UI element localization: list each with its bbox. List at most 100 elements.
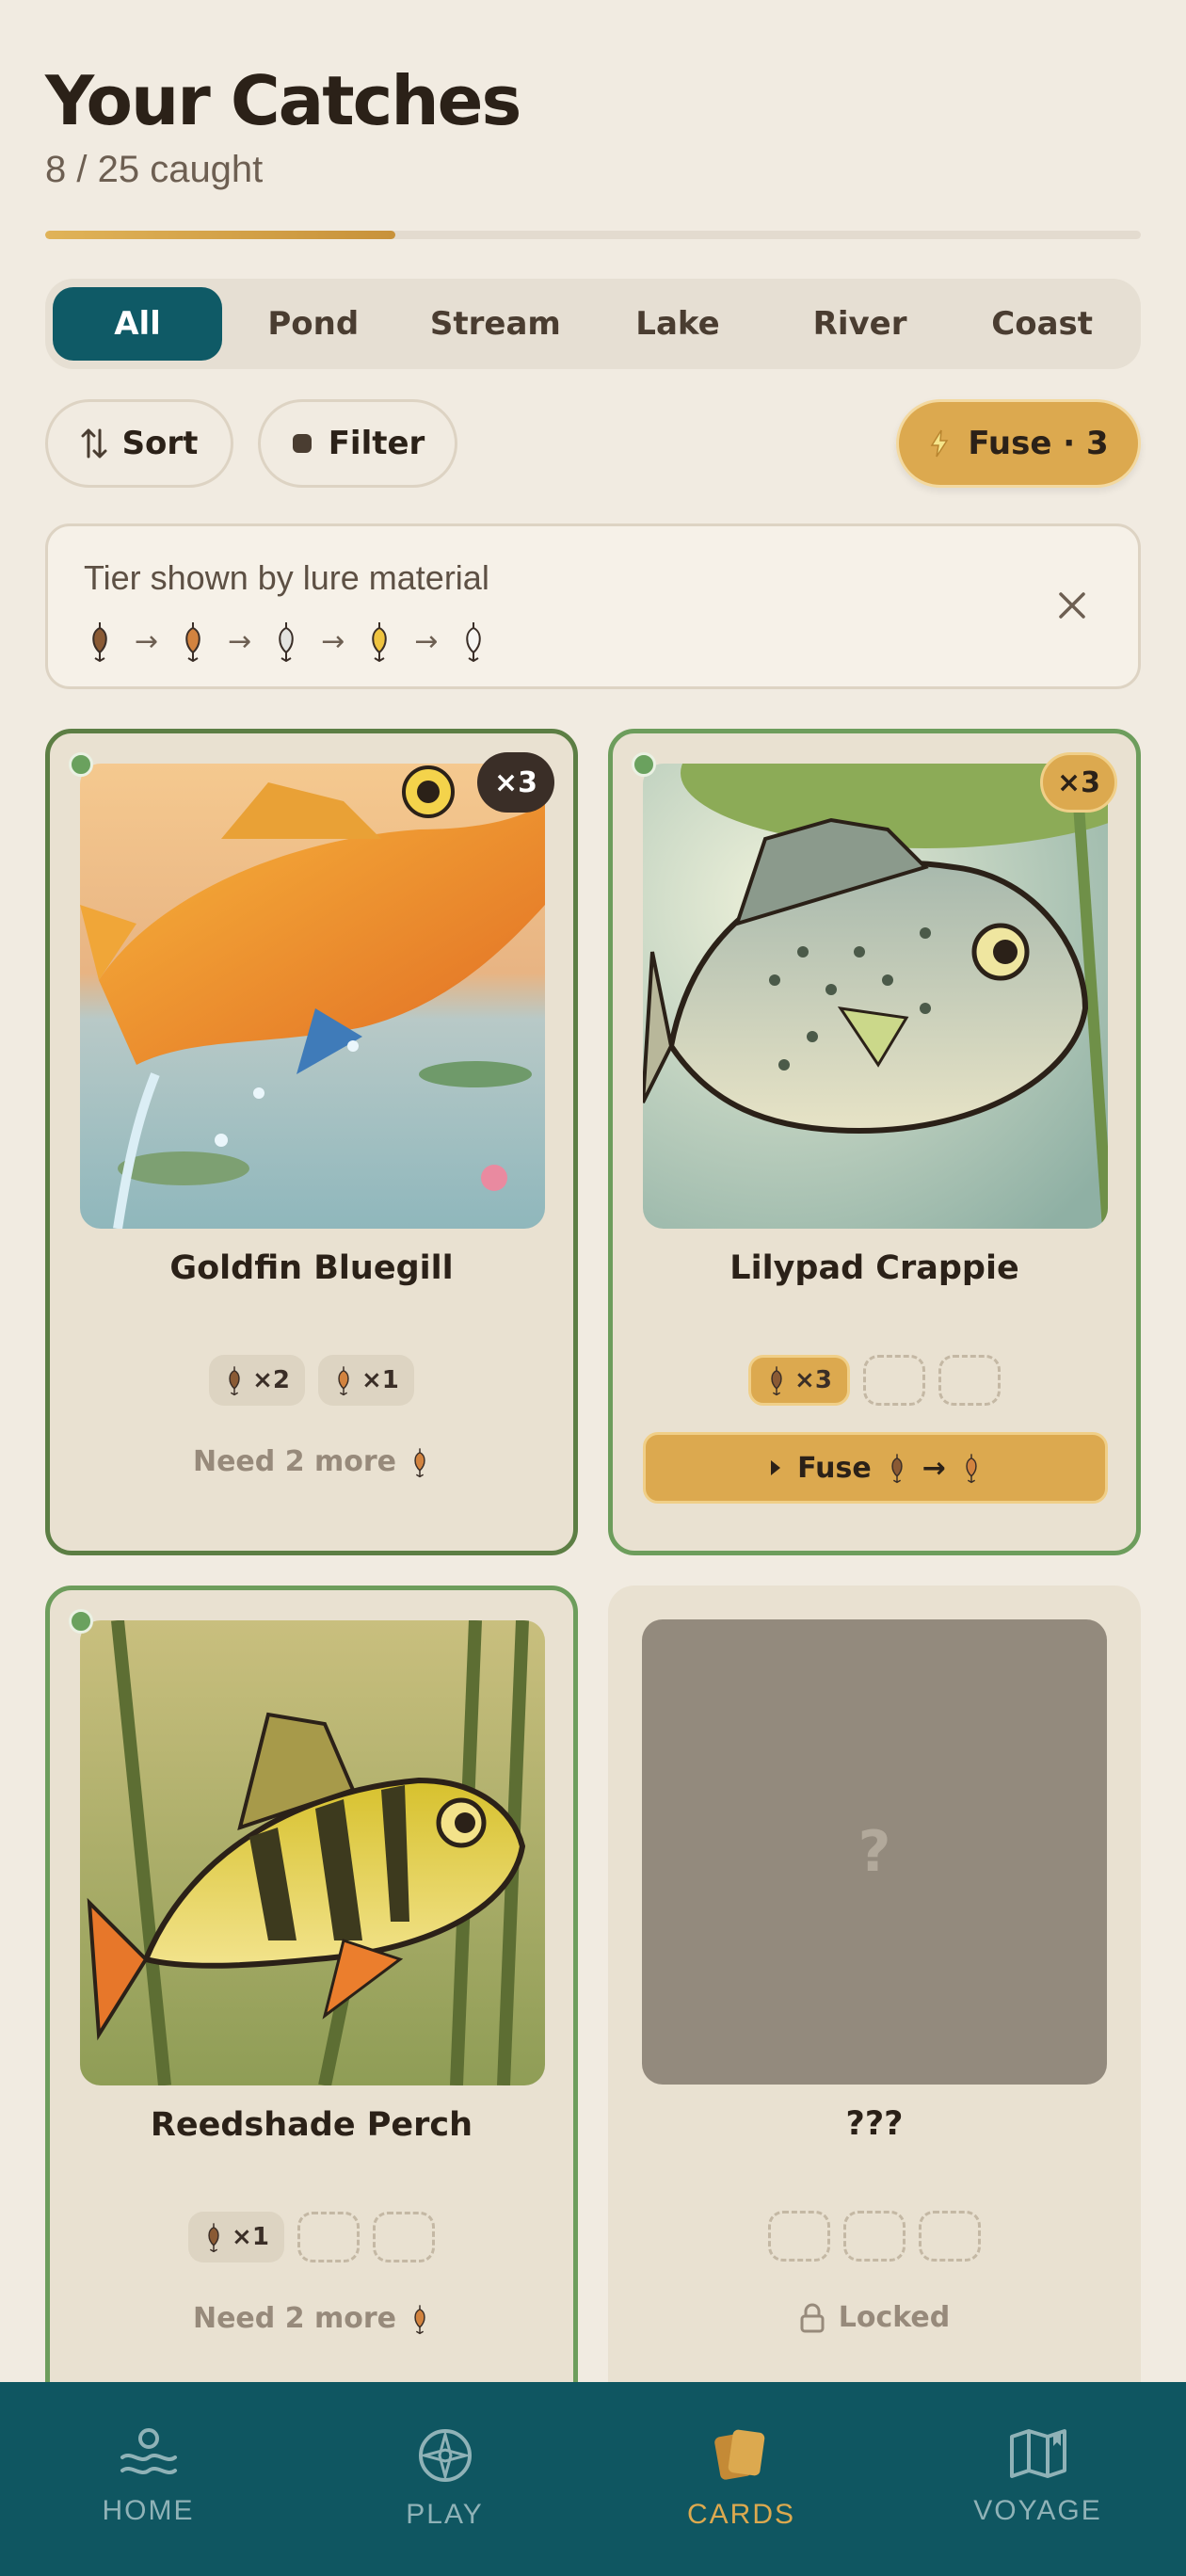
tier-sequence: → → → → <box>86 620 488 662</box>
need-more-label: Need 2 more <box>192 2302 397 2335</box>
wood-lure-icon <box>891 1454 903 1484</box>
filter-button[interactable]: Filter <box>258 399 457 488</box>
nav-cards[interactable]: CARDS <box>593 2382 890 2576</box>
progress-fill <box>45 231 396 239</box>
fuse-all-label: Fuse · 3 <box>968 425 1109 462</box>
nav-play[interactable]: PLAY <box>296 2382 593 2576</box>
page-header: Your Catches 8 / 25 caught <box>45 58 1141 191</box>
lure-slot-wood: ×1 <box>188 2212 284 2262</box>
lure-slot-empty <box>919 2211 981 2262</box>
tab-lake[interactable]: Lake <box>586 287 769 361</box>
page-title: Your Catches <box>45 61 521 140</box>
lure-slot-count: ×1 <box>232 2223 269 2251</box>
need-more-status: Need 2 more <box>50 2302 573 2335</box>
fuse-all-button[interactable]: Fuse · 3 <box>896 399 1141 488</box>
fish-art <box>643 764 1108 1229</box>
locked-label: Locked <box>838 2301 951 2334</box>
silver-lure-icon <box>279 622 295 662</box>
arrow-icon: → <box>414 624 439 658</box>
catch-count-badge: ×3 <box>477 752 554 813</box>
copper-lure-icon <box>414 2304 425 2334</box>
gold-lure-icon <box>372 622 388 662</box>
fuse-card-label: Fuse <box>797 1451 872 1485</box>
habitat-tabs: All Pond Stream Lake River Coast <box>45 279 1141 369</box>
lure-slot-empty <box>296 2212 360 2262</box>
bottom-nav: HOME PLAY CARDS VOYAGE <box>0 2382 1186 2576</box>
need-more-label: Need 2 more <box>192 1445 397 1478</box>
wood-lure-icon <box>92 622 107 662</box>
new-indicator <box>69 752 93 777</box>
filter-icon <box>292 434 312 453</box>
fuse-card-button[interactable]: Fuse → <box>643 1432 1108 1504</box>
tab-stream[interactable]: Stream <box>405 287 587 361</box>
lure-slot-count: ×1 <box>361 1366 399 1394</box>
lure-slot-copper: ×1 <box>318 1355 414 1406</box>
lightning-icon <box>931 429 949 458</box>
lure-slots: ×1 <box>50 2212 573 2262</box>
fish-name: Lilypad Crappie <box>729 1249 1019 1287</box>
lure-slot-count: ×3 <box>794 1366 832 1394</box>
need-more-status: Need 2 more <box>50 1445 573 1478</box>
tab-all[interactable]: All <box>53 287 222 361</box>
lure-slot-empty <box>843 2211 906 2262</box>
copper-lure-icon <box>338 1366 349 1396</box>
locked-status: Locked <box>608 2301 1141 2334</box>
lure-slot-empty <box>862 1355 925 1406</box>
lure-slot-wood: ×3 <box>748 1355 850 1406</box>
fish-art <box>80 1620 545 2085</box>
play-triangle-icon <box>771 1460 781 1475</box>
locked-art: ? <box>642 1619 1107 2085</box>
fish-name: ??? <box>845 2105 904 2143</box>
unknown-fish-glyph: ? <box>857 1819 891 1885</box>
arrow-icon: → <box>321 624 345 658</box>
fish-name: Reedshade Perch <box>150 2106 473 2144</box>
nav-play-label: PLAY <box>406 2499 484 2530</box>
tier-info-banner: Tier shown by lure material → → → → <box>45 523 1141 689</box>
lure-slot-count: ×2 <box>252 1366 290 1394</box>
sort-label: Sort <box>121 425 199 462</box>
collection-progress-bar <box>45 231 1141 239</box>
copper-lure-icon <box>185 622 200 662</box>
tab-coast[interactable]: Coast <box>951 287 1133 361</box>
sort-button[interactable]: Sort <box>45 399 233 488</box>
lure-slot-empty <box>372 2212 435 2262</box>
home-wave-icon <box>120 2428 177 2474</box>
sort-icon <box>81 428 107 459</box>
fish-card-lilypad-crappie[interactable]: ×3 Lilypad Crappie ×3 Fuse → <box>608 729 1141 1555</box>
filter-label: Filter <box>328 425 425 462</box>
copper-lure-icon <box>414 1447 425 1477</box>
lock-icon <box>800 2303 825 2332</box>
controls-row: Sort Filter Fuse · 3 <box>45 399 1141 488</box>
lure-slots <box>608 2211 1141 2262</box>
lure-slots: ×3 <box>613 1355 1136 1406</box>
fish-card-locked[interactable]: ? ??? Locked <box>608 1586 1141 2414</box>
nav-cards-label: CARDS <box>686 2499 795 2530</box>
crystal-lure-icon <box>465 622 481 662</box>
nav-home-label: HOME <box>102 2495 195 2526</box>
tab-river[interactable]: River <box>769 287 952 361</box>
fish-card-reedshade-perch[interactable]: Reedshade Perch ×1 Need 2 more <box>45 1586 578 2414</box>
catch-count-badge: ×3 <box>1040 752 1117 813</box>
map-icon <box>1009 2429 1066 2478</box>
lure-slot-wood: ×2 <box>209 1355 305 1406</box>
fish-card-goldfin-bluegill[interactable]: ×3 Goldfin Bluegill ×2 ×1 Need 2 more <box>45 729 578 1555</box>
wood-lure-icon <box>771 1366 782 1396</box>
lure-slots: ×2 ×1 <box>50 1355 573 1406</box>
nav-voyage-label: VOYAGE <box>973 2495 1102 2526</box>
arrow-icon: → <box>135 624 159 658</box>
arrow-icon: → <box>922 1451 946 1485</box>
caught-count: 8 / 25 caught <box>45 149 264 190</box>
wood-lure-icon <box>229 1366 240 1396</box>
fish-name: Goldfin Bluegill <box>169 1249 454 1287</box>
nav-home[interactable]: HOME <box>0 2382 296 2576</box>
fish-art <box>80 764 545 1229</box>
compass-icon <box>418 2429 472 2482</box>
close-icon[interactable] <box>1053 587 1091 624</box>
arrow-icon: → <box>228 624 252 658</box>
lure-slot-empty <box>768 2211 830 2262</box>
lure-slot-empty <box>938 1355 1001 1406</box>
copper-lure-icon <box>966 1454 977 1484</box>
nav-voyage[interactable]: VOYAGE <box>890 2382 1186 2576</box>
tab-pond[interactable]: Pond <box>222 287 405 361</box>
new-indicator <box>69 1609 93 1634</box>
